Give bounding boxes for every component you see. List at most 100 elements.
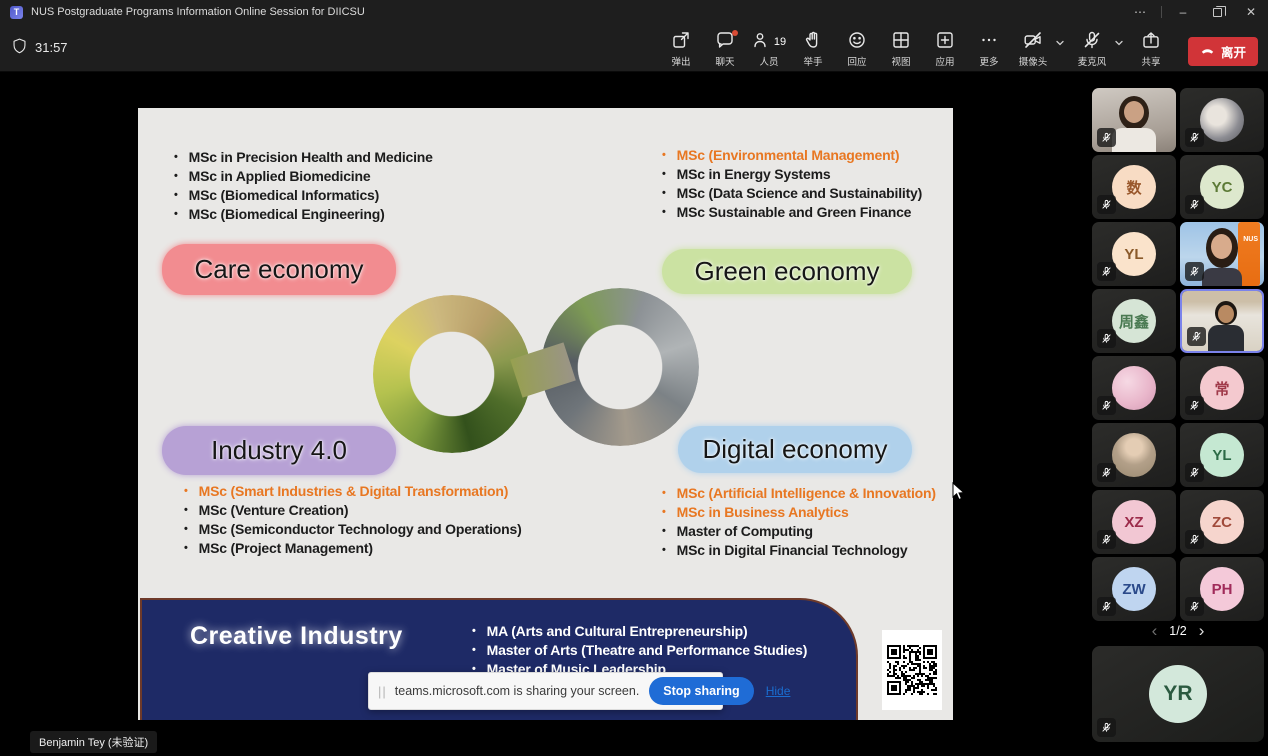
industry-label: Industry 4.0 [162,426,396,475]
bullet-item: •MSc (Data Science and Sustainability) [662,186,922,201]
leave-button[interactable]: 离开 [1188,37,1258,66]
teams-logo-icon: T [10,6,23,19]
bullet-item: •MA (Arts and Cultural Entrepreneurship) [472,624,807,639]
participant-tile-portrait[interactable] [1092,423,1176,487]
people-button[interactable]: 19 人员 [748,27,790,68]
avatar: ZC [1200,500,1244,544]
hide-link[interactable]: Hide [766,684,791,698]
qr-code [882,630,942,710]
photo-avatar-flowers [1112,366,1156,410]
mic-muted-badge [1185,128,1204,147]
participant-count: 19 [774,36,786,48]
mic-muted-badge [1097,597,1116,616]
participant-tile-XZ[interactable]: XZ [1092,490,1176,554]
participant-tile-cat[interactable] [1180,88,1264,152]
teams-meeting-window: T NUS Postgraduate Programs Information … [0,0,1268,756]
bullet-item: •MSc in Precision Health and Medicine [174,150,433,165]
participant-tile-flowers[interactable] [1092,356,1176,420]
participant-tile-man-room[interactable] [1180,289,1264,353]
bullet-item: •MSc (Semiconductor Technology and Opera… [184,522,522,537]
nature-loop [373,295,531,453]
participant-tile-周鑫[interactable]: 周鑫 [1092,289,1176,353]
participant-tile-数[interactable]: 数 [1092,155,1176,219]
mic-muted-badge [1185,195,1204,214]
popout-icon [671,30,691,55]
mic-muted-badge [1185,530,1204,549]
titlebar-divider [1161,6,1162,18]
avatar: YC [1200,165,1244,209]
mic-button[interactable]: 麦克风 [1071,27,1113,68]
grid-icon [891,30,911,55]
participant-tile-常[interactable]: 常 [1180,356,1264,420]
participant-tile-YL[interactable]: YL [1092,222,1176,286]
participant-tile-woman-light[interactable] [1092,88,1176,152]
restore-button[interactable] [1200,0,1234,24]
view-button[interactable]: 视图 [880,27,922,68]
people-label: 人员 [759,54,778,68]
raise-hand-label: 举手 [803,54,822,68]
avatar: YL [1112,232,1156,276]
raise-hand-button[interactable]: 举手 [792,27,834,68]
participant-tile-YC[interactable]: YC [1180,155,1264,219]
stop-sharing-button[interactable]: Stop sharing [649,677,753,705]
close-button[interactable]: ✕ [1234,0,1268,24]
photo-avatar-cat [1200,98,1244,142]
react-button[interactable]: 回应 [836,27,878,68]
camera-button[interactable]: 摄像头 [1012,27,1054,68]
title-bar: T NUS Postgraduate Programs Information … [0,0,1268,24]
mic-muted-badge [1097,530,1116,549]
chat-label: 聊天 [715,54,734,68]
participant-tile-YL[interactable]: YL [1180,423,1264,487]
photo-avatar-portrait [1112,433,1156,477]
more-label: 更多 [979,54,998,68]
bullet-item: •MSc (Smart Industries & Digital Transfo… [184,484,522,499]
popout-label: 弹出 [671,54,690,68]
more-button[interactable]: 更多 [968,27,1010,68]
mic-muted-badge [1185,463,1204,482]
digital-economy-label: Digital economy [678,426,912,473]
meeting-timer: 31:57 [35,40,68,55]
apps-button[interactable]: 应用 [924,27,966,68]
spotlight-tile[interactable]: YR [1092,646,1264,742]
bullet-item: •MSc (Project Management) [184,541,522,556]
bullet-item: •MSc (Environmental Management) [662,148,922,163]
avatar: 周鑫 [1112,299,1156,343]
chat-button[interactable]: 聊天 [704,27,746,68]
mic-muted-badge [1185,396,1204,415]
view-label: 视图 [891,54,910,68]
camera-chevron-down-icon[interactable] [1054,27,1066,49]
mic-chevron-down-icon[interactable] [1113,27,1125,49]
mic-label: 麦克风 [1078,54,1107,68]
share-banner-text: teams.microsoft.com is sharing your scre… [395,684,640,698]
avatar: PH [1200,567,1244,611]
participant-tile-ZW[interactable]: ZW [1092,557,1176,621]
participant-tile-ZC[interactable]: ZC [1180,490,1264,554]
mic-muted-badge [1185,597,1204,616]
circular-economy-infinity-graphic [373,288,708,453]
mic-muted-badge [1097,718,1116,737]
drag-handle[interactable]: || [378,684,387,699]
titlebar-more-button[interactable]: ⋯ [1123,0,1157,24]
bullet-item: •MSc in Applied Biomedicine [174,169,433,184]
bullet-item: •MSc (Biomedical Engineering) [174,207,433,222]
participants-panel: ‹ 1/2 › YR 数YCYLNUS周鑫常YLXZZCZWPH [1092,86,1264,756]
care-economy-label: Care economy [162,244,396,295]
mouse-cursor [952,482,968,502]
minimize-button[interactable]: – [1166,0,1200,24]
participant-tile-PH[interactable]: PH [1180,557,1264,621]
share-button[interactable]: 共享 [1130,27,1172,68]
bullet-item: •MSc (Venture Creation) [184,503,522,518]
meeting-toolbar: 31:57 弹出 聊天 19 人员 举手 回应 视图应用更多 摄像头 麦克风 共享 离开 [0,24,1268,72]
mic-muted-badge [1185,262,1204,281]
popout-button[interactable]: 弹出 [660,27,702,68]
shared-screen-stage: •MSc in Precision Health and Medicine •MS… [0,72,1088,756]
presenter-name-tag: Benjamin Tey (未验证) [30,731,157,753]
camera-label: 摄像头 [1019,54,1048,68]
green-economy-list: •MSc (Environmental Management)•MSc in E… [662,148,922,220]
restore-icon [1213,8,1222,17]
mic-muted-badge [1097,463,1116,482]
page-next-button[interactable]: › [1199,622,1205,640]
participant-tile-nus-flag[interactable]: NUS [1180,222,1264,286]
react-label: 回应 [847,54,866,68]
page-prev-button[interactable]: ‹ [1152,622,1158,640]
